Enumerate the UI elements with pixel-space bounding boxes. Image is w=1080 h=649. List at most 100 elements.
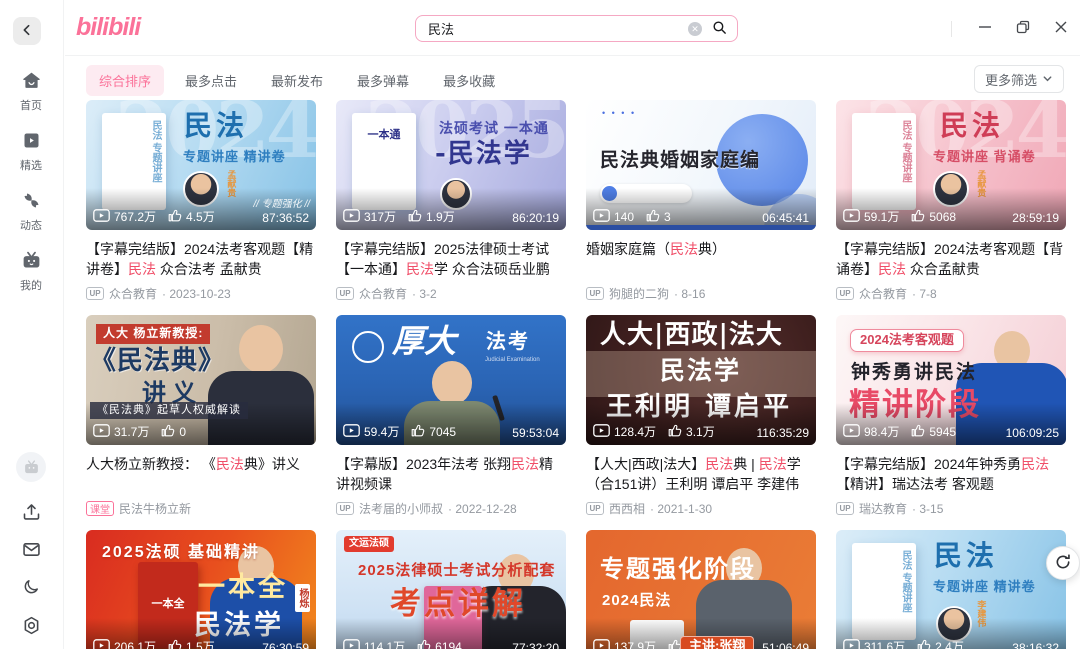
video-meta[interactable]: UP法考届的小师叔 · 2022-12-28 <box>336 500 566 517</box>
play-count: 98.4万 <box>843 423 899 440</box>
settings-icon[interactable] <box>20 614 42 636</box>
upload-date: · 2022-12-28 <box>448 502 517 516</box>
video-thumbnail[interactable]: 2024法考客观题钟秀勇讲民法精讲阶段98.4万5945106:09:25 <box>836 315 1066 445</box>
back-button[interactable] <box>13 17 41 45</box>
video-thumbnail[interactable]: 人大 杨立新教授:《民法典》讲义《民法典》起草人权威解读31.7万0 <box>86 315 316 445</box>
video-meta[interactable]: 课堂民法牛杨立新 <box>86 500 316 517</box>
minimize-button[interactable] <box>978 20 992 37</box>
like-count: 5068 <box>911 209 956 225</box>
restore-button[interactable] <box>1016 20 1030 37</box>
search-input[interactable] <box>428 21 688 36</box>
tab-most-danmaku[interactable]: 最多弹幕 <box>344 65 422 96</box>
thumb-text: 厚大 <box>392 323 456 360</box>
uploader-name: 西西相 <box>609 500 645 517</box>
video-card[interactable]: • • • •民法典婚姻家庭编140306:45:41婚姻家庭篇（民法典）UP狗… <box>586 100 816 315</box>
sidebar-item-featured[interactable]: 精选 <box>20 130 42 173</box>
video-title[interactable]: 【字幕完结版】2024法考客观题【背诵卷】民法 众合孟献贵 <box>836 239 1066 279</box>
video-thumbnail[interactable]: 人大|西政|法大民法学王利明 谭启平128.4万3.1万116:35:29 <box>586 315 816 445</box>
video-title[interactable]: 人大杨立新教授： 《民法典》讲义 <box>86 454 316 494</box>
main-content: bilibili ✕ 综合排序 最多点击 最新发布 最多弹幕 最 <box>65 0 1080 649</box>
bilibili-logo[interactable]: bilibili <box>76 13 140 42</box>
thumb-text: 主讲:张翔 <box>680 636 754 649</box>
moon-icon[interactable] <box>20 576 42 598</box>
video-thumbnail[interactable]: 专题强化阶段2024民法主讲:张翔137.9万1万51:06:49 <box>586 530 816 649</box>
video-thumbnail[interactable]: 厚大法考Judicial Examination59.4万704559:53:0… <box>336 315 566 445</box>
upload-icon[interactable] <box>20 500 42 522</box>
like-count: 3.1万 <box>668 423 715 440</box>
tab-comprehensive-sort[interactable]: 综合排序 <box>86 65 164 96</box>
video-meta[interactable]: UP众合教育 · 3-2 <box>336 285 566 302</box>
sidebar-item-mine[interactable]: 我的 <box>20 250 42 293</box>
play-count-icon <box>343 424 360 440</box>
refresh-button[interactable] <box>1046 546 1080 580</box>
sidebar-nav: 首页 精选 动态 我的 <box>0 70 62 293</box>
thumb-text: 民法 <box>934 540 998 572</box>
video-thumbnail[interactable]: 2024民法 专题讲座民法专题讲座 背诵卷孟献贵59.1万506828:59:1… <box>836 100 1066 230</box>
sidebar-item-dynamic[interactable]: 动态 <box>20 190 42 233</box>
video-title[interactable]: 【字幕完结版】2024年钟秀勇民法【精讲】瑞达法考 客观题 <box>836 454 1066 494</box>
tab-most-favorites[interactable]: 最多收藏 <box>430 65 508 96</box>
video-title[interactable]: 【字幕完结版】2025法律硕士考试【一本通】民法学 众合法硕岳业鹏 <box>336 239 566 279</box>
refresh-icon <box>1054 553 1072 574</box>
video-meta[interactable]: UP众合教育 · 2023-10-23 <box>86 285 316 302</box>
tv-face-icon <box>21 250 42 274</box>
upload-date: · 8-16 <box>674 287 705 301</box>
title-text: 典） <box>698 241 726 257</box>
video-title[interactable]: 【字幕版】2023年法考 张翔民法精讲视频课 <box>336 454 566 494</box>
play-count-value: 98.4万 <box>864 423 899 440</box>
video-thumbnail[interactable]: 一本全2025法硕 基础精讲一本全民法学杨烁206.1万1.5万76:30:59 <box>86 530 316 649</box>
video-card[interactable]: 民法 专题讲座民法专题讲座 精讲卷李建伟311.6万2.4万38:16:32 <box>836 530 1066 649</box>
video-thumbnail[interactable]: 2025一本通法硕考试 一本通-民法学317万1.9万86:20:19 <box>336 100 566 230</box>
video-card[interactable]: 2024民法 专题讲座民法专题讲座 背诵卷孟献贵59.1万506828:59:1… <box>836 100 1066 315</box>
play-count-icon <box>593 639 610 649</box>
video-meta[interactable]: UP众合教育 · 7-8 <box>836 285 1066 302</box>
video-card[interactable]: 一本全2025法硕 基础精讲一本全民法学杨烁206.1万1.5万76:30:59 <box>86 530 316 649</box>
duration-label: 28:59:19 <box>1012 211 1059 225</box>
thumb-text: 一本全 <box>198 572 288 603</box>
title-keyword-highlight: 民法 <box>670 241 698 257</box>
uploader-name: 民法牛杨立新 <box>119 500 191 517</box>
clear-search-icon[interactable]: ✕ <box>688 22 702 36</box>
like-count-icon <box>646 209 660 225</box>
video-thumbnail[interactable]: 民法 专题讲座民法专题讲座 精讲卷李建伟311.6万2.4万38:16:32 <box>836 530 1066 649</box>
play-count-value: 59.1万 <box>864 208 899 225</box>
video-title[interactable]: 【字幕完结版】2024法考客观题【精讲卷】民法 众合法考 孟献贵 <box>86 239 316 279</box>
tab-most-clicks[interactable]: 最多点击 <box>172 65 250 96</box>
more-filters-button[interactable]: 更多筛选 <box>974 65 1064 93</box>
video-meta[interactable]: UP瑞达教育 · 3-15 <box>836 500 1066 517</box>
video-title[interactable]: 婚姻家庭篇（民法典） <box>586 239 816 279</box>
tab-newest[interactable]: 最新发布 <box>258 65 336 96</box>
search-button[interactable] <box>711 19 728 39</box>
video-card[interactable]: 厚大法考Judicial Examination59.4万704559:53:0… <box>336 315 566 530</box>
video-card[interactable]: 专题强化阶段2024民法主讲:张翔137.9万1万51:06:49 <box>586 530 816 649</box>
video-meta[interactable]: UP狗腿的二狗 · 8-16 <box>586 285 816 302</box>
video-card[interactable]: 2025一本通法硕考试 一本通-民法学317万1.9万86:20:19 【字幕完结… <box>336 100 566 315</box>
thumb-text: 2025法律硕士考试分析配套 <box>358 562 555 579</box>
play-count-icon <box>93 209 110 225</box>
like-count-value: 3 <box>664 210 671 224</box>
title-text: 众合法考 孟献贵 <box>156 261 262 277</box>
thumb-text: 2024民法 <box>602 592 671 609</box>
video-card[interactable]: 2024民法 专题讲座民法专题讲座 精讲卷孟献贵// 专题强化 //767.2万… <box>86 100 316 315</box>
duration-label: 87:36:52 <box>262 211 309 225</box>
mail-icon[interactable] <box>20 538 42 560</box>
sidebar-item-home[interactable]: 首页 <box>20 70 42 113</box>
thumb-text: 杨烁 <box>295 584 311 612</box>
sidebar-item-label: 动态 <box>20 217 42 233</box>
upload-date: · 2023-10-23 <box>162 287 231 301</box>
video-meta[interactable]: UP西西相 · 2021-1-30 <box>586 500 816 517</box>
avatar[interactable] <box>16 452 46 482</box>
video-card[interactable]: 文运法硕2025法律硕士考试分析配套考点详解114.1万619477:32:20 <box>336 530 566 649</box>
close-button[interactable] <box>1054 20 1068 37</box>
video-title[interactable]: 【人大|西政|法大】民法典 | 民法学（合151讲）王利明 谭启平 李建伟（20… <box>586 454 816 494</box>
title-keyword-highlight: 民法 <box>406 261 434 277</box>
video-card[interactable]: 2024法考客观题钟秀勇讲民法精讲阶段98.4万5945106:09:25 【字幕… <box>836 315 1066 530</box>
uploader-badge: 课堂 <box>86 501 114 516</box>
duration-label: 06:45:41 <box>762 211 809 225</box>
video-card[interactable]: 人大|西政|法大民法学王利明 谭启平128.4万3.1万116:35:29 【人大… <box>586 315 816 530</box>
video-thumbnail[interactable]: 文运法硕2025法律硕士考试分析配套考点详解114.1万619477:32:20 <box>336 530 566 649</box>
video-thumbnail[interactable]: • • • •民法典婚姻家庭编140306:45:41 <box>586 100 816 230</box>
sidebar-item-label: 我的 <box>20 277 42 293</box>
video-card[interactable]: 人大 杨立新教授:《民法典》讲义《民法典》起草人权威解读31.7万0 人大杨立新教… <box>86 315 316 530</box>
video-thumbnail[interactable]: 2024民法 专题讲座民法专题讲座 精讲卷孟献贵// 专题强化 //767.2万… <box>86 100 316 230</box>
